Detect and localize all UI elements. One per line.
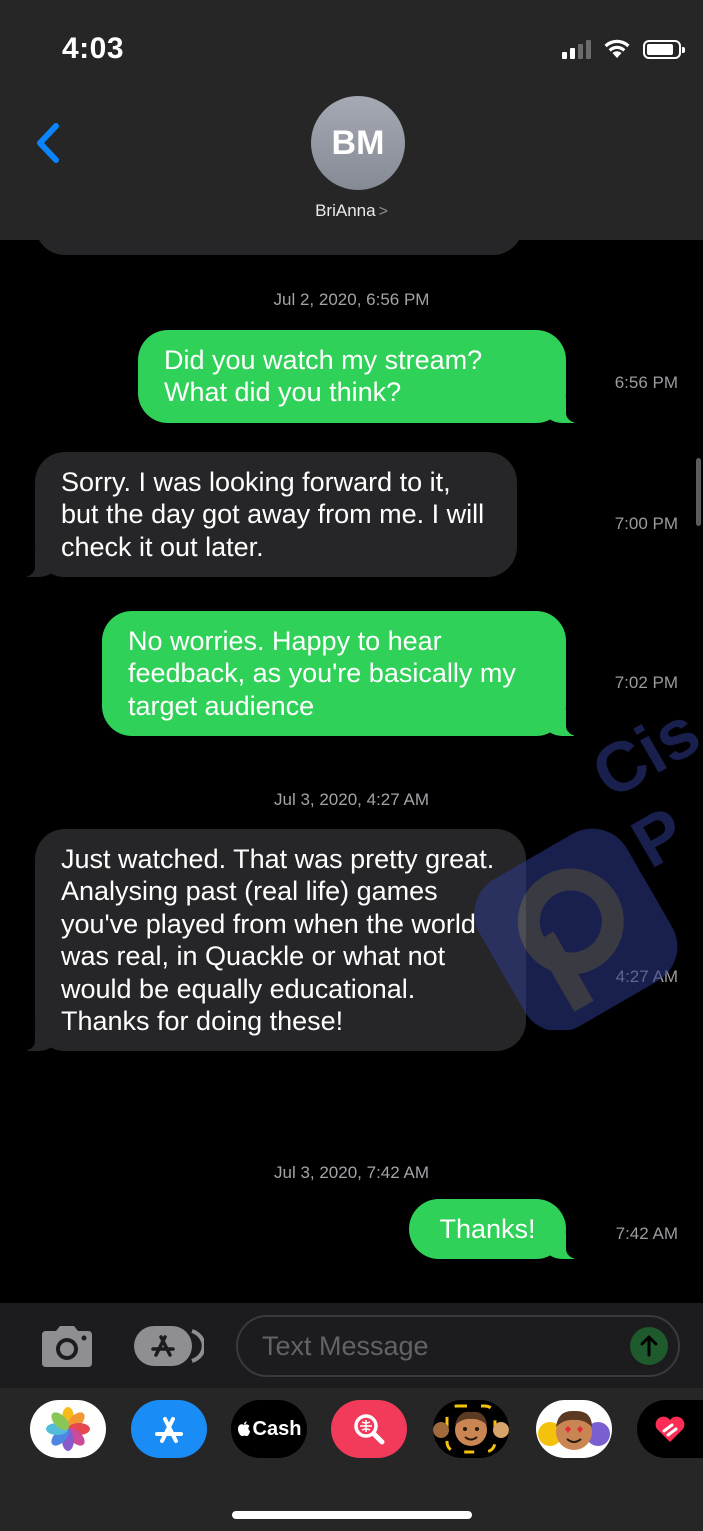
outgoing-message-bubble[interactable]: Did you watch my stream? What did you th… (138, 330, 578, 423)
date-time-label: 6:56 PM (366, 290, 430, 309)
memoji-stickers-icon[interactable] (433, 1400, 509, 1458)
camera-icon[interactable] (38, 1323, 96, 1369)
message-text: Thanks! (439, 1214, 536, 1244)
status-icons (562, 38, 685, 59)
message-time: 7:00 PM (614, 514, 678, 533)
message-time: 7:42 AM (615, 1224, 678, 1243)
date-label: Jul 3, 2020, (273, 790, 362, 809)
message-time: 4:27 AM (615, 967, 678, 986)
contact-avatar[interactable]: BM (311, 96, 405, 190)
contact-name-button[interactable]: BriAnna > (0, 201, 703, 221)
message-text: Just watched. That was pretty great. Ana… (61, 844, 495, 1036)
outgoing-message-bubble[interactable]: No worries. Happy to hear feedback, as y… (102, 611, 578, 737)
date-time-label: 7:42 AM (366, 1163, 429, 1182)
message-time: 6:56 PM (614, 373, 678, 392)
apple-cash-icon[interactable]: Cash (231, 1400, 307, 1458)
avatar-initials: BM (331, 123, 385, 162)
date-label: Jul 2, 2020, (273, 290, 362, 309)
send-arrow-icon[interactable] (630, 1327, 668, 1365)
image-search-icon[interactable] (331, 1400, 407, 1458)
incoming-message-bubble[interactable]: Sorry. I was looking forward to it, but … (23, 452, 517, 578)
wifi-icon (604, 39, 630, 58)
date-time-label: 4:27 AM (366, 790, 429, 809)
date-divider: Jul 3, 2020, 4:27 AM (0, 790, 703, 810)
animoji-icon[interactable] (536, 1400, 612, 1458)
scrollbar[interactable] (696, 458, 701, 526)
message-input-bar (0, 1303, 703, 1388)
message-text: Sorry. I was looking forward to it, but … (61, 467, 485, 562)
imessage-app-drawer: Cash (0, 1388, 703, 1531)
contact-name: BriAnna (315, 201, 376, 220)
app-store-icon[interactable] (131, 1400, 207, 1458)
home-indicator[interactable] (232, 1511, 472, 1519)
photos-app-icon[interactable] (30, 1400, 106, 1458)
cellular-signal-icon (562, 39, 591, 59)
apple-cash-label: Cash (252, 1417, 302, 1440)
app-store-drawer-icon[interactable] (132, 1325, 206, 1367)
incoming-message-bubble[interactable]: Just watched. That was pretty great. Ana… (23, 829, 526, 1052)
date-label: Jul 3, 2020, (273, 1163, 362, 1182)
conversation-header: 4:03 BM BriAnna > (0, 0, 703, 240)
heart-stickers-icon[interactable] (637, 1400, 703, 1458)
date-divider: Jul 3, 2020, 7:42 AM (0, 1163, 703, 1183)
status-time: 4:03 (62, 32, 125, 65)
message-text: Did you watch my stream? What did you th… (164, 345, 483, 408)
contact-chevron-icon: > (378, 203, 388, 220)
text-message-input[interactable] (262, 1317, 622, 1375)
date-divider: Jul 2, 2020, 6:56 PM (0, 290, 703, 310)
message-text: No worries. Happy to hear feedback, as y… (128, 626, 516, 721)
message-time: 7:02 PM (614, 673, 678, 692)
text-message-field[interactable] (236, 1315, 680, 1377)
apple-logo-icon (237, 1421, 250, 1437)
battery-icon (643, 40, 685, 59)
back-chevron-icon[interactable] (30, 118, 70, 168)
outgoing-message-bubble[interactable]: Thanks! (409, 1199, 578, 1260)
